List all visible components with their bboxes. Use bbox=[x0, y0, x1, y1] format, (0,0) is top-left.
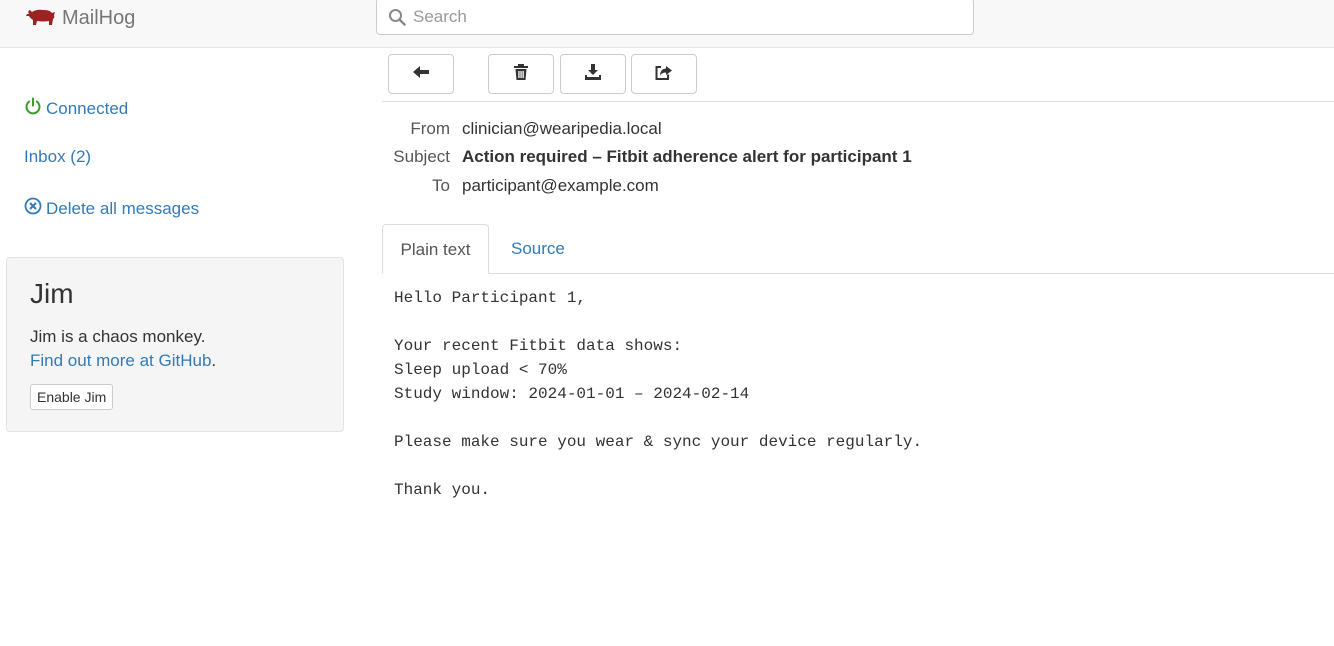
to-label: To bbox=[432, 176, 450, 195]
jim-more-line: Find out more at GitHub. bbox=[30, 351, 216, 371]
trash-icon bbox=[512, 63, 530, 86]
jim-description: Jim is a chaos monkey. bbox=[30, 327, 206, 346]
connected-status[interactable]: Connected bbox=[24, 97, 128, 120]
subject-label: Subject bbox=[393, 147, 450, 166]
delete-all-label: Delete all messages bbox=[46, 198, 200, 218]
subject-value: Action required – Fitbit adherence alert… bbox=[462, 147, 912, 166]
brand[interactable]: MailHog bbox=[26, 5, 135, 32]
jim-link-suffix: . bbox=[211, 351, 217, 370]
search-icon bbox=[388, 8, 406, 26]
back-button[interactable] bbox=[388, 54, 454, 94]
pig-logo-icon bbox=[26, 5, 56, 32]
jim-title: Jim bbox=[30, 278, 74, 309]
top-navbar: MailHog bbox=[0, 0, 1334, 48]
jim-github-link[interactable]: Find out more at GitHub bbox=[30, 351, 211, 370]
toolbar-divider bbox=[382, 101, 1334, 102]
back-arrow-icon bbox=[412, 63, 430, 86]
inbox-link[interactable]: Inbox (2) bbox=[24, 147, 91, 167]
from-value: clinician@wearipedia.local bbox=[462, 119, 662, 138]
message-body: Hello Participant 1, Your recent Fitbit … bbox=[394, 289, 923, 499]
brand-name: MailHog bbox=[62, 7, 136, 29]
delete-button[interactable] bbox=[488, 54, 554, 94]
remove-circle-icon bbox=[24, 197, 46, 220]
from-label: From bbox=[410, 119, 450, 138]
enable-jim-button[interactable]: Enable Jim bbox=[30, 384, 114, 410]
delete-all-link[interactable]: Delete all messages bbox=[24, 197, 199, 220]
search-box[interactable] bbox=[376, 0, 974, 35]
tab-plain-text[interactable]: Plain text bbox=[382, 224, 489, 274]
tab-source[interactable]: Source bbox=[511, 224, 565, 274]
download-icon bbox=[584, 63, 602, 86]
jim-panel: Jim Jim is a chaos monkey. Find out more… bbox=[6, 257, 344, 432]
download-button[interactable] bbox=[560, 54, 626, 94]
power-icon bbox=[24, 97, 46, 120]
connected-label: Connected bbox=[46, 98, 129, 118]
release-button[interactable] bbox=[631, 54, 697, 94]
share-icon bbox=[655, 63, 673, 86]
inbox-label: Inbox (2) bbox=[24, 147, 92, 166]
search-input[interactable] bbox=[413, 0, 963, 34]
to-value: participant@example.com bbox=[462, 176, 659, 195]
